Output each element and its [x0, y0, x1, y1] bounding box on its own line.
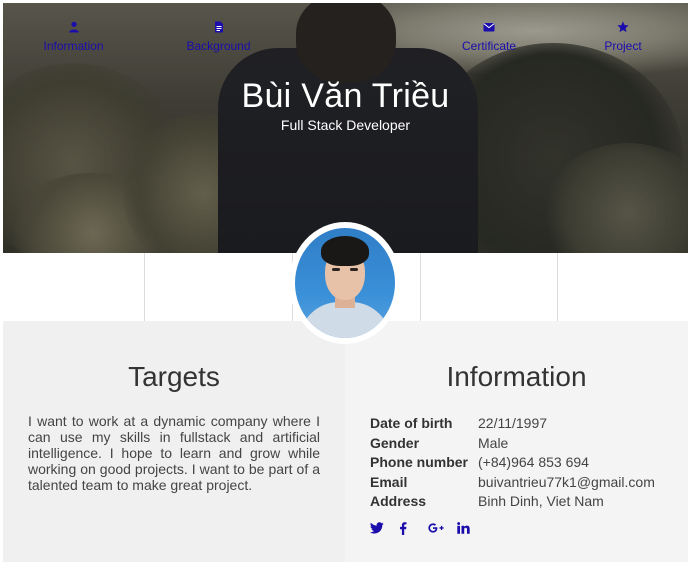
- avatar: [289, 222, 401, 344]
- targets-text: I want to work at a dynamic company wher…: [28, 413, 320, 493]
- google-plus-icon[interactable]: [428, 520, 457, 536]
- targets-title: Targets: [128, 361, 220, 392]
- info-row-dob: Date of birth 22/11/1997: [370, 414, 655, 434]
- info-key: Gender: [370, 434, 420, 451]
- info-value: (+84)964 853 694: [478, 454, 589, 470]
- profile-name: Bùi Văn Triều: [241, 77, 450, 115]
- information-title: Information: [446, 361, 587, 392]
- profile-role: Full Stack Developer: [280, 117, 411, 133]
- info-key: Email: [370, 473, 408, 490]
- info-row-address: Address Binh Dinh, Viet Nam: [370, 492, 655, 512]
- nav-item-label: Certificate: [461, 39, 517, 53]
- file-icon: [214, 21, 223, 33]
- info-key: Date of birth: [370, 415, 453, 431]
- nav-item-project[interactable]: Project: [558, 3, 688, 71]
- nav-item-label: Background: [186, 39, 251, 53]
- info-value: buivantrieu77k1@gmail.com: [478, 473, 655, 490]
- nav-divider: [144, 253, 145, 321]
- info-row-phone: Phone number (+84)964 853 694: [370, 453, 655, 473]
- twitter-icon[interactable]: [370, 520, 399, 536]
- profile-page: Bùi Văn Triều Full Stack Developer Infor…: [3, 3, 688, 562]
- info-key: Address: [370, 493, 427, 509]
- user-icon: [68, 21, 79, 33]
- info-key: Phone number: [370, 454, 469, 470]
- nav-item-label: Information: [43, 39, 104, 53]
- envelope-icon: [483, 23, 495, 32]
- info-value: 22/11/1997: [478, 415, 548, 431]
- facebook-icon[interactable]: [399, 520, 428, 536]
- nav-item-information[interactable]: Information: [3, 3, 144, 71]
- info-row-gender: Gender Male: [370, 434, 655, 454]
- nav-item-certificate[interactable]: Certificate: [421, 3, 557, 71]
- nav-divider: [420, 253, 421, 321]
- info-value: Binh Dinh, Viet Nam: [478, 493, 604, 509]
- nav-item-background[interactable]: Background: [145, 3, 292, 71]
- information-table: Date of birth 22/11/1997 Gender Male Pho…: [370, 414, 655, 512]
- info-value: Male: [478, 434, 509, 451]
- nav-item-label: Project: [604, 39, 642, 53]
- targets-section: Targets I want to work at a dynamic comp…: [3, 321, 345, 562]
- social-links: [370, 520, 486, 536]
- avatar-photo: [295, 228, 395, 338]
- info-row-email: Email buivantrieu77k1@gmail.com: [370, 473, 655, 493]
- information-section: Information Date of birth 22/11/1997 Gen…: [345, 321, 688, 562]
- linkedin-icon[interactable]: [457, 520, 486, 536]
- star-icon: [617, 21, 629, 33]
- nav-divider: [557, 253, 558, 321]
